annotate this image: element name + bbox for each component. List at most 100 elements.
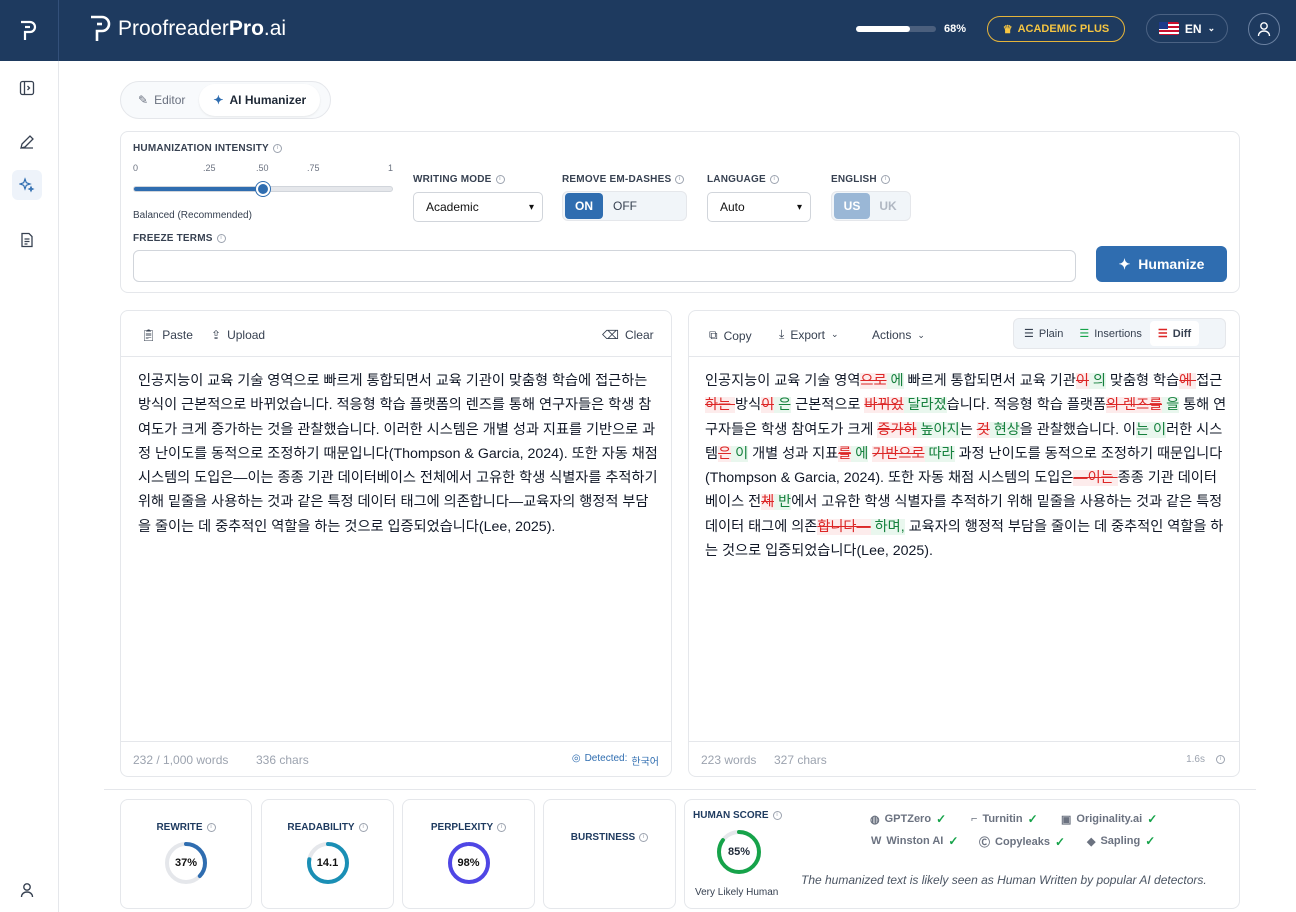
info-icon[interactable]: i <box>1216 755 1225 764</box>
intensity-slider[interactable] <box>133 182 393 196</box>
em-dash-on[interactable]: ON <box>565 193 603 219</box>
info-icon[interactable]: i <box>769 175 779 184</box>
view-diff[interactable]: ☰ Diff <box>1149 321 1200 346</box>
language-select[interactable]: Auto ▾ <box>707 192 811 222</box>
sidebar-toggle-icon[interactable] <box>12 73 42 103</box>
clipboard-icon: 📋︎ <box>141 328 157 342</box>
perplexity-title: PERPLEXITY i <box>403 822 534 833</box>
globe-icon: ◎ <box>571 753 581 764</box>
sidebar-item-documents[interactable] <box>12 225 42 255</box>
tick-label: .50 <box>256 163 269 173</box>
export-button[interactable]: ⤓ Export ⌄ <box>779 327 839 342</box>
english-variant-label: ENGLISH i <box>831 174 890 185</box>
info-icon[interactable]: i <box>216 234 226 243</box>
humanize-button[interactable]: ✦ Humanize <box>1096 246 1227 282</box>
em-dash-toggle: ON OFF <box>562 191 687 221</box>
view-insertions-label: Insertions <box>1094 327 1142 340</box>
readability-title: READABILITY i <box>262 822 393 833</box>
human-score-title: HUMAN SCORE i <box>693 810 782 821</box>
diff-deletion: 기반으로 <box>872 445 925 462</box>
actions-button[interactable]: Actions ⌄ <box>872 328 925 342</box>
info-icon[interactable]: i <box>675 175 685 184</box>
info-icon[interactable]: i <box>358 823 368 832</box>
info-icon[interactable]: i <box>495 175 505 184</box>
us-flag-icon <box>1158 22 1179 35</box>
diff-insertion: 하며, <box>870 518 905 535</box>
output-char-count: 327 chars <box>774 753 827 767</box>
brand-suffix: .ai <box>263 17 287 40</box>
diff-deletion: 이 <box>761 397 775 414</box>
info-icon[interactable]: i <box>880 175 890 184</box>
tab-ai-humanizer[interactable]: ✦ AI Humanizer <box>199 84 321 116</box>
language-value: Auto <box>720 200 745 214</box>
info-icon[interactable]: i <box>497 823 507 832</box>
diff-deletion: 합니다— <box>817 518 871 535</box>
diff-unchanged: 접근 <box>1196 373 1223 389</box>
pen-icon <box>20 135 34 149</box>
sidebar-user-icon[interactable] <box>12 875 42 905</box>
slider-handle[interactable] <box>256 182 270 196</box>
info-icon[interactable]: i <box>772 811 782 820</box>
plan-badge[interactable]: ♛ ACADEMIC PLUS <box>987 16 1125 42</box>
output-diff-text[interactable]: 인공지능이 교육 기술 영역으로 에 빠르게 통합되면서 교육 기관이 의 맞춤… <box>705 369 1227 563</box>
tick-label: .75 <box>307 163 320 173</box>
mode-tabs: ✎ Editor ✦ AI Humanizer <box>120 81 331 119</box>
writing-mode-label: WRITING MODE i <box>413 174 505 185</box>
sidebar-item-ai-humanizer[interactable] <box>12 170 42 200</box>
english-variant-toggle: US UK <box>831 191 911 221</box>
originality-icon: ▣ <box>1061 813 1072 826</box>
view-insertions[interactable]: ☰ Insertions <box>1071 321 1150 346</box>
rewrite-title: REWRITE i <box>121 822 251 833</box>
user-account-button[interactable] <box>1248 13 1280 45</box>
diff-deletion: 증가하 <box>877 421 917 438</box>
view-toggle: ☰ Plain ☰ Insertions ☰ Diff <box>1013 318 1226 349</box>
detector-turnitin: ⌐ Turnitin ✓ <box>971 812 1038 826</box>
chevron-down-icon: ⌄ <box>831 329 839 339</box>
diff-unchanged: 근본적으로 <box>791 397 865 414</box>
upload-button[interactable]: ⇪ Upload <box>211 328 265 342</box>
diff-unchanged: 인공지능이 교육 기술 영역 <box>705 373 861 389</box>
chevron-down-icon: ▾ <box>796 201 802 213</box>
diff-deletion: 체 <box>761 494 775 511</box>
output-word-count: 223 words <box>701 753 757 767</box>
view-plain[interactable]: ☰ Plain <box>1016 321 1071 346</box>
top-bar: ProofreaderPro.ai 68% ♛ ACADEMIC PLUS EN ⌄ <box>0 0 1296 61</box>
readability-gauge: 14.1 <box>305 840 351 886</box>
input-textarea[interactable]: 인공지능이 교육 기술 영역으로 빠르게 통합되면서 교육 기관이 맞춤형 학습… <box>138 369 658 539</box>
input-word-count: 232 / 1,000 words <box>133 753 229 767</box>
english-uk[interactable]: UK <box>870 193 906 219</box>
burstiness-title: BURSTINESS i <box>544 832 675 843</box>
diff-insertion: 에 <box>851 445 869 462</box>
diff-icon: ☰ <box>1157 328 1168 340</box>
winston-icon: W <box>871 835 882 847</box>
humanize-button-label: Humanize <box>1138 256 1205 272</box>
info-icon[interactable]: i <box>206 823 216 832</box>
readability-value: 14.1 <box>316 857 339 869</box>
diff-insertion: 의 <box>1088 373 1106 389</box>
clear-button[interactable]: ⌫ Clear <box>602 328 654 342</box>
freeze-terms-input[interactable] <box>133 250 1076 282</box>
input-panel: 📋︎ Paste ⇪ Upload ⌫ Clear 인공지능이 교육 기술 영역으로 … <box>120 310 672 777</box>
detector-note: The humanized text is likely seen as Hum… <box>801 873 1207 887</box>
english-us[interactable]: US <box>834 193 870 219</box>
tick-label: .25 <box>203 163 216 173</box>
paste-button[interactable]: 📋︎ Paste <box>141 328 193 342</box>
diff-deletion: 으로 <box>860 373 887 389</box>
info-icon[interactable]: i <box>272 144 282 153</box>
brand-logo[interactable]: ProofreaderPro.ai <box>88 14 286 44</box>
writing-mode-select[interactable]: Academic ▾ <box>413 192 543 222</box>
readability-card: READABILITY i 14.1 <box>261 799 394 909</box>
em-dash-off[interactable]: OFF <box>603 193 647 219</box>
tab-editor[interactable]: ✎ Editor <box>124 84 199 116</box>
language-selector[interactable]: EN ⌄ <box>1146 14 1228 43</box>
info-icon[interactable]: i <box>639 833 649 842</box>
diff-deletion: 의 렌즈를 <box>1106 397 1163 414</box>
language-label: EN <box>1184 21 1202 36</box>
diff-deletion: 하는 <box>705 397 736 414</box>
sparkle-icon: ✦ <box>213 93 224 107</box>
diff-unchanged: 는 <box>959 421 977 438</box>
sidebar-item-editor[interactable] <box>12 127 42 157</box>
copy-button[interactable]: ⧉ Copy <box>709 328 752 343</box>
diff-insertion: 에 <box>886 373 904 389</box>
app-icon[interactable] <box>0 0 59 61</box>
